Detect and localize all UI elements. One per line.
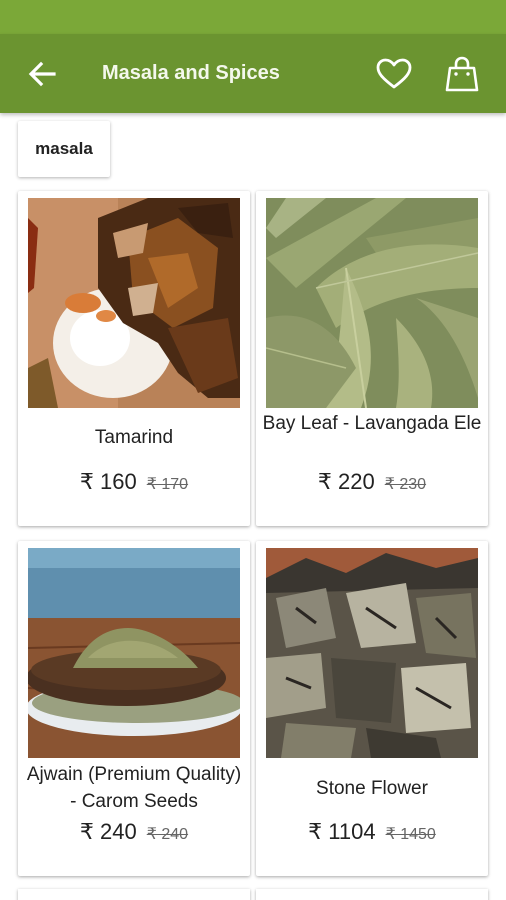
product-prices: ₹ 220 ₹ 230 [256,469,488,495]
product-card-bay-leaf[interactable]: Bay Leaf - Lavangada Ele ₹ 220 ₹ 230 [256,191,488,526]
product-name: Tamarind [94,427,174,448]
status-bar [0,0,506,34]
app-bar: Masala and Spices [0,34,506,113]
arrow-back-icon [28,61,56,87]
filter-chip-masala[interactable]: masala [18,121,110,177]
product-mrp: ₹ 170 [146,476,189,493]
product-image-ajwain [28,548,240,758]
product-prices: ₹ 240 ₹ 240 [18,819,250,845]
product-card-partial[interactable] [18,889,250,900]
product-image-stone-flower [266,548,478,758]
product-mrp: ₹ 230 [384,476,427,493]
product-prices: ₹ 160 ₹ 170 [18,469,250,495]
product-card-ajwain[interactable]: Ajwain (Premium Quality) - Carom Seeds ₹… [18,541,250,876]
page-title: Masala and Spices [102,62,280,84]
product-price: ₹ 240 [79,819,137,844]
shopping-bag-icon [445,56,479,92]
product-mrp: ₹ 1450 [385,826,436,843]
product-name: Ajwain (Premium Quality) - Carom Seeds [26,764,242,812]
product-mrp: ₹ 240 [146,826,189,843]
product-price: ₹ 160 [79,469,137,494]
product-prices: ₹ 1104 ₹ 1450 [256,819,488,845]
product-card-partial[interactable] [256,889,488,900]
product-card-stone-flower[interactable]: Stone Flower ₹ 1104 ₹ 1450 [256,541,488,876]
product-price: ₹ 1104 [308,819,376,844]
product-image-bay-leaf [266,198,478,408]
heart-icon [376,58,412,89]
cart-button[interactable] [442,54,482,94]
product-card-tamarind[interactable]: Tamarind ₹ 160 ₹ 170 [18,191,250,526]
product-image-tamarind [28,198,240,408]
product-name: Stone Flower [316,778,428,799]
wishlist-button[interactable] [374,56,414,92]
product-price: ₹ 220 [317,469,375,494]
back-button[interactable] [24,58,60,90]
product-name: Bay Leaf - Lavangada Ele [262,413,482,434]
